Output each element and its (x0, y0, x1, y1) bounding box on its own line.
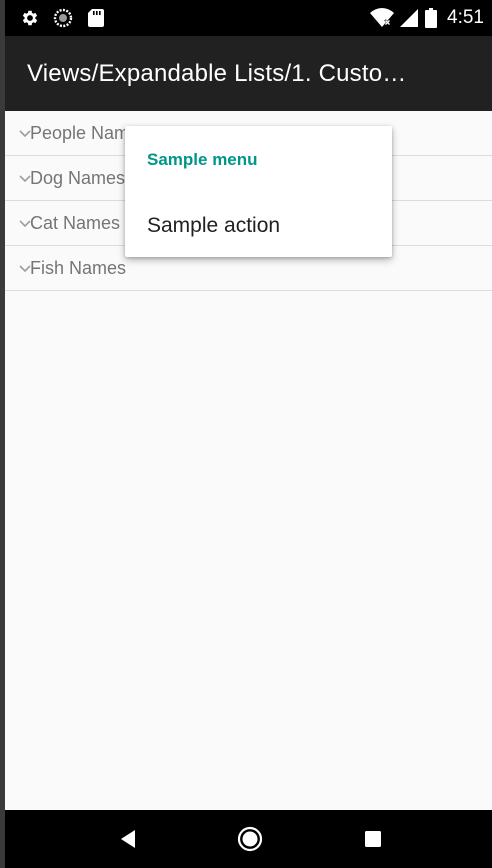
battery-icon (423, 7, 439, 29)
context-menu-title: Sample menu (147, 150, 258, 169)
sync-icon (52, 7, 74, 29)
sd-card-icon (85, 7, 107, 29)
context-menu: Sample menu Sample action (125, 126, 392, 257)
back-icon[interactable] (113, 824, 143, 854)
menu-item-label: Sample action (147, 214, 281, 237)
list-group-label: Cat Names (30, 213, 121, 233)
list-group-label: Dog Names (30, 168, 126, 188)
status-time: 4:51 (447, 7, 484, 28)
menu-item-sample-action[interactable]: Sample action (125, 194, 392, 252)
status-bar: 4:51 (5, 0, 492, 36)
app-bar: Views/Expandable Lists/1. Custo… (5, 36, 492, 111)
recents-icon[interactable] (358, 824, 388, 854)
list-group-label: Fish Names (30, 258, 127, 278)
signal-icon (398, 7, 420, 29)
wifi-icon (369, 7, 395, 29)
home-icon[interactable] (235, 824, 265, 854)
navigation-bar (5, 810, 492, 868)
device-screen: 4:51 Views/Expandable Lists/1. Custo… Pe… (0, 0, 492, 868)
app-title: Views/Expandable Lists/1. Custo… (27, 60, 407, 87)
settings-icon (19, 7, 41, 29)
